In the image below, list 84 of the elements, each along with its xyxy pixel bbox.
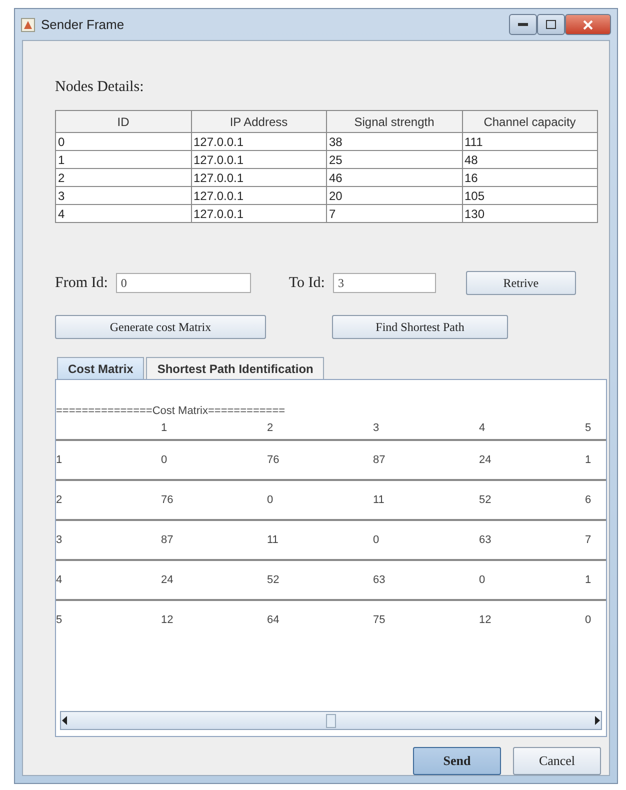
matrix-cell-text: 64	[267, 614, 280, 626]
to-id-field[interactable]: 3	[332, 273, 436, 293]
table-cell: 38	[326, 132, 462, 150]
minimize-icon	[518, 22, 528, 26]
scroll-thumb[interactable]	[326, 714, 336, 728]
matrix-cell-text: 12	[479, 614, 492, 626]
matrix-cell-text: 11	[373, 494, 386, 506]
matrix-cell-text: 24	[161, 574, 174, 586]
tab[interactable]: Cost Matrix	[57, 357, 144, 379]
matrix-cell-text: 63	[373, 574, 386, 586]
from-id-label: From Id:	[55, 274, 108, 292]
matrix-cell-text: 6	[585, 494, 592, 506]
matrix-header: 3	[373, 422, 380, 434]
table-cell: 2	[56, 168, 191, 186]
matrix-cell-text: 63	[479, 534, 492, 546]
matrix-cell-text: 5	[56, 614, 64, 626]
minimize-button[interactable]	[509, 14, 537, 35]
matrix-cell-text: 0	[479, 574, 486, 586]
matrix-header: 5	[585, 422, 592, 434]
matrix-cell-text: 87	[373, 454, 386, 466]
find-path-button[interactable]: Find Shortest Path	[332, 315, 508, 339]
to-id-label: To Id:	[288, 274, 325, 292]
matrix-cell-text: 76	[161, 494, 174, 506]
matrix-header: 1	[161, 422, 168, 434]
matrix-header: 2	[267, 422, 274, 434]
matrix-cell-text: 11	[267, 534, 280, 546]
matrix-cell-text: 24	[479, 454, 492, 466]
column-header: Signal strength	[326, 110, 462, 132]
generate-matrix-button[interactable]: Generate cost Matrix	[55, 315, 266, 339]
table-cell: 105	[462, 186, 598, 204]
matrix-cell-text: 87	[161, 534, 174, 546]
horizontal-scrollbar[interactable]	[60, 711, 602, 730]
table-cell: 0	[56, 132, 191, 150]
maximize-icon	[546, 20, 556, 29]
matrix-cell-text: 0	[373, 534, 380, 546]
table-cell: 3	[56, 186, 191, 204]
send-button[interactable]: Send	[413, 747, 501, 775]
matrix-cell-text: 1	[56, 454, 64, 466]
table-cell: 20	[326, 186, 462, 204]
close-button[interactable]	[565, 14, 611, 35]
column-header: IP Address	[191, 110, 326, 132]
table-cell: 1	[56, 150, 191, 168]
table-cell: 4	[56, 204, 191, 222]
cancel-button[interactable]: Cancel	[513, 747, 601, 775]
table-cell: 130	[462, 204, 598, 222]
matrix-cell-text: 76	[267, 454, 280, 466]
table-cell: 16	[462, 168, 598, 186]
tab[interactable]: Shortest Path Identification	[146, 357, 324, 379]
matrix-cell-text: 1	[585, 574, 592, 586]
matrix-cell-text: 3	[56, 534, 64, 546]
matrix-cell-text: 2	[56, 494, 64, 506]
matrix-cell-text: 0	[585, 614, 592, 626]
close-icon	[583, 20, 593, 30]
table-cell: 46	[326, 168, 462, 186]
matrix-cell-text: 12	[161, 614, 174, 626]
matrix-cell-text: 52	[267, 574, 280, 586]
table-cell: 48	[462, 150, 598, 168]
maximize-button[interactable]	[537, 14, 565, 35]
matrix-cell-text: 52	[479, 494, 492, 506]
column-header: Channel capacity	[462, 110, 598, 132]
section-label: Nodes Details:	[55, 79, 145, 96]
table-cell: 127.0.0.1	[191, 132, 326, 150]
matrix-title: ===============Cost Matrix============	[56, 405, 286, 417]
table-cell: 7	[326, 204, 462, 222]
table-cell: 127.0.0.1	[191, 204, 326, 222]
window-title: Sender Frame	[41, 17, 126, 32]
scroll-left-icon[interactable]	[61, 716, 69, 725]
matrix-header: 4	[479, 422, 486, 434]
table-cell: 111	[462, 132, 598, 150]
matrix-cell-text: 1	[585, 454, 592, 466]
app-icon	[21, 18, 35, 32]
table-cell: 25	[326, 150, 462, 168]
matrix-cell-text: 0	[161, 454, 168, 466]
table-cell: 127.0.0.1	[191, 186, 326, 204]
table-cell: 127.0.0.1	[191, 150, 326, 168]
matrix-cell-text: 7	[585, 534, 592, 546]
matrix-cell-text: 0	[267, 494, 274, 506]
retrieve-button[interactable]: Retrive	[466, 271, 576, 295]
matrix-cell-text: 75	[373, 614, 386, 626]
scroll-right-icon[interactable]	[593, 716, 601, 725]
column-header: ID	[56, 110, 191, 132]
table-cell: 127.0.0.1	[191, 168, 326, 186]
matrix-cell-text: 4	[56, 574, 64, 586]
from-id-field[interactable]: 0	[116, 273, 251, 293]
